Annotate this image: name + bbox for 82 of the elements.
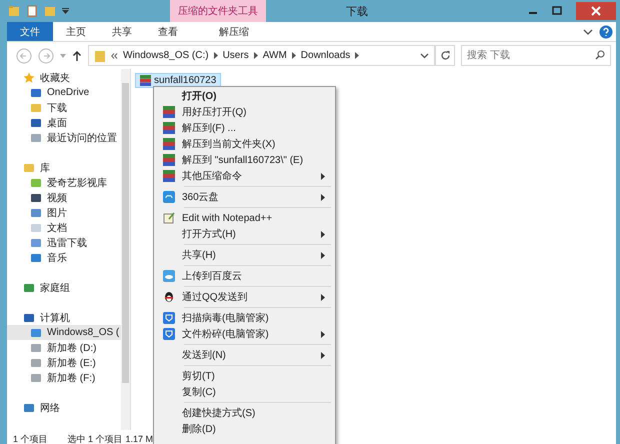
archive-icon <box>163 106 175 118</box>
sidebar-item[interactable]: 图片 <box>7 205 121 220</box>
chevron-icon[interactable] <box>420 52 429 58</box>
menu-item[interactable]: 共享(H) <box>156 247 333 263</box>
sidebar-group[interactable]: 计算机 <box>40 310 70 324</box>
notepad-icon <box>163 212 175 224</box>
sidebar-group[interactable]: 库 <box>40 160 50 174</box>
archive-icon <box>163 122 175 134</box>
maximize-icon[interactable] <box>552 6 562 16</box>
search-field[interactable]: 搜索 下载 <box>461 45 611 66</box>
search-icon <box>595 50 605 60</box>
sidebar-item[interactable]: 下载 <box>7 100 121 115</box>
window-title: 下载 <box>345 4 369 18</box>
status-text: 选中 1 个项目 <box>68 432 123 444</box>
sidebar-item[interactable]: 新加卷 (E:) <box>7 355 121 370</box>
menu-item[interactable]: 解压到(F) ... <box>156 120 333 136</box>
ribbon-tab[interactable]: 查看 <box>145 22 191 41</box>
menu-item[interactable]: 解压到当前文件夹(X) <box>156 136 333 152</box>
menu-item[interactable]: Edit with Notepad++ <box>156 210 333 226</box>
chevron-icon[interactable] <box>355 52 360 59</box>
sidebar-item[interactable]: Windows8_OS ( <box>7 325 121 340</box>
ribbon-tab[interactable]: 主页 <box>53 22 99 41</box>
sidebar-item[interactable]: 桌面 <box>7 115 121 130</box>
sidebar-group[interactable]: 网络 <box>40 400 60 414</box>
menu-item[interactable]: 打开方式(H) <box>156 226 333 242</box>
chevron-icon[interactable] <box>254 52 258 59</box>
shield-icon <box>163 328 175 340</box>
archive-icon <box>163 138 175 150</box>
status-text: 1 个项目 <box>13 432 48 444</box>
breadcrumb-item[interactable]: Windows8_OS (C:) <box>123 50 209 61</box>
chevron-icon[interactable] <box>214 52 218 59</box>
breadcrumb-item[interactable]: Users <box>222 50 249 61</box>
menu-item[interactable]: 打开(O) <box>156 88 333 104</box>
sidebar-item[interactable]: 音乐 <box>7 250 121 265</box>
scrollbar[interactable] <box>121 69 130 430</box>
menu-item[interactable]: 扫描病毒(电脑管家) <box>156 310 333 326</box>
shield-icon <box>163 312 175 324</box>
menu-item[interactable]: 创建快捷方式(S) <box>156 405 333 421</box>
menu-item[interactable]: 删除(D) <box>156 421 333 437</box>
context-tab-header: 压缩的文件夹工具 <box>170 0 266 22</box>
archive-icon <box>163 170 175 182</box>
refresh-icon <box>440 50 450 61</box>
sidebar-item[interactable]: 视频 <box>7 190 121 205</box>
chevron-icon[interactable] <box>292 52 296 59</box>
sidebar-group[interactable]: 收藏夹 <box>40 70 70 84</box>
breadcrumb-item[interactable]: AWM <box>262 50 287 61</box>
menu-item[interactable]: 其他压缩命令 <box>156 168 333 184</box>
menu-item[interactable]: 用好压打开(Q) <box>156 104 333 120</box>
help-icon[interactable] <box>599 24 613 38</box>
menu-item[interactable]: 通过QQ发送到 <box>156 289 333 305</box>
menu-item[interactable]: 上传到百度云 <box>156 268 333 284</box>
sidebar-item[interactable]: 爱奇艺影视库 <box>7 175 121 190</box>
refresh-button[interactable] <box>435 45 455 66</box>
ribbon-tab[interactable]: 文件 <box>7 22 53 41</box>
chevron-icon[interactable] <box>583 28 593 36</box>
penguin-icon <box>163 291 175 303</box>
sidebar-item[interactable]: 新加卷 (D:) <box>7 340 121 355</box>
breadcrumb-item[interactable]: Downloads <box>300 50 350 61</box>
sidebar-item[interactable]: 新加卷 (F:) <box>7 370 121 385</box>
menu-item[interactable]: 发送到(N) <box>156 347 333 363</box>
address-bar[interactable]: Windows8_OS (C:) Users AWM Downloads <box>88 45 435 66</box>
menu-item[interactable]: 360云盘 <box>156 189 333 205</box>
menu-item[interactable]: 文件粉碎(电脑管家) <box>156 326 333 342</box>
menu-item[interactable]: 剪切(T) <box>156 368 333 384</box>
menu-item[interactable]: 复制(C) <box>156 384 333 400</box>
sidebar-group[interactable]: 家庭组 <box>40 280 70 294</box>
archive-icon <box>140 75 151 86</box>
status-text: 1.17 M <box>126 434 154 444</box>
sidebar-item[interactable]: 最近访问的位置 <box>7 130 121 145</box>
menu-item[interactable]: 解压到 "sunfall160723\" (E) <box>156 152 333 168</box>
dropdown-icon[interactable] <box>62 8 69 14</box>
close-button[interactable] <box>576 2 616 20</box>
close-icon <box>591 6 601 16</box>
ribbon-tab[interactable]: 解压缩 <box>193 22 275 41</box>
sidebar-item[interactable]: 迅雷下载 <box>7 235 121 250</box>
up-arrow-icon[interactable] <box>72 50 82 62</box>
star-icon <box>23 72 35 84</box>
archive-icon <box>163 154 175 166</box>
double-chevron-icon <box>111 52 118 58</box>
ribbon-tab[interactable]: 共享 <box>99 22 145 41</box>
sidebar-item[interactable]: 文档 <box>7 220 121 235</box>
sidebar-item[interactable]: OneDrive <box>7 85 121 100</box>
